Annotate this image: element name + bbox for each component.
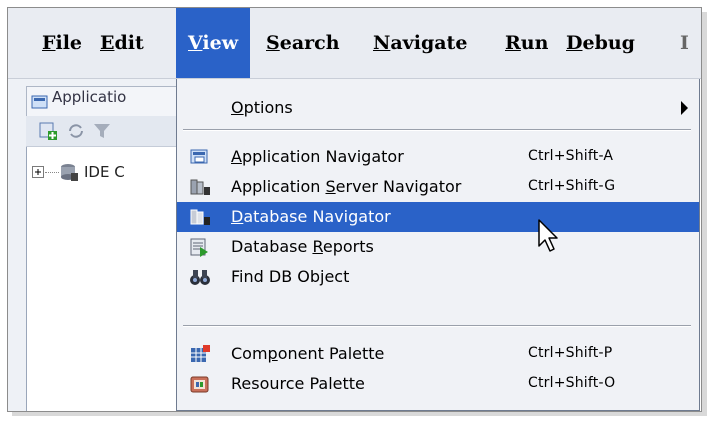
menu-item-shortcut: Ctrl+Shift-O (528, 375, 616, 391)
tree-connector (45, 172, 59, 173)
database-connection-icon (61, 164, 78, 181)
frame-shadow-right (702, 12, 707, 414)
menu-item-label: Resource Palette (231, 374, 365, 393)
database-navigator-icon (190, 209, 210, 225)
menu-item-label: Find DB Object (231, 267, 350, 286)
menu-item-label: Database Reports (231, 237, 374, 256)
binoculars-icon (190, 270, 210, 285)
menu-item-shortcut: Ctrl+Shift-P (528, 345, 613, 361)
menu-item-label: Component Palette (231, 344, 385, 363)
menu-item-database-reports[interactable]: Database Reports (177, 232, 699, 262)
menu-edit[interactable]: Edit (100, 8, 144, 78)
application-navigator-icon (190, 149, 208, 164)
menu-item-label: Application Server Navigator (231, 177, 462, 196)
menu-item-component-palette[interactable]: Component Palette Ctrl+Shift-P (177, 339, 699, 369)
menu-item-resource-palette[interactable]: Resource Palette Ctrl+Shift-O (177, 369, 699, 399)
database-reports-icon (190, 238, 208, 257)
menu-separator (183, 129, 691, 131)
menu-item-database-navigator[interactable]: Database Navigator (177, 202, 699, 232)
refresh-icon[interactable] (66, 121, 86, 141)
resource-palette-icon (190, 376, 209, 393)
menu-item-options[interactable]: Options (177, 93, 699, 123)
menu-view[interactable]: View (176, 8, 251, 78)
menu-search[interactable]: Search (266, 8, 340, 78)
expand-node-icon[interactable] (32, 166, 44, 178)
navigator-tree-panel (26, 116, 177, 411)
menu-item-options-label: Options (231, 98, 293, 117)
view-menu-dropdown: Options Application Navigator Ctrl+Shift… (176, 79, 700, 411)
tree-node-label[interactable]: IDE C (84, 163, 125, 181)
screenshot-frame: File Edit View Search Navigate Run Debug… (7, 7, 702, 412)
menu-item-shortcut: Ctrl+Shift-A (528, 148, 614, 164)
menu-debug[interactable]: Debug (566, 8, 635, 78)
add-application-icon[interactable] (38, 121, 58, 141)
component-palette-icon (191, 345, 210, 362)
frame-shadow-bottom (12, 412, 707, 416)
mouse-cursor-icon (538, 219, 558, 252)
menu-item-find-db-object[interactable]: Find DB Object (177, 262, 699, 292)
menu-item-application-server-navigator[interactable]: Application Server Navigator Ctrl+Shift-… (177, 172, 699, 202)
filter-icon[interactable] (92, 121, 112, 141)
menu-item-label: Application Navigator (231, 147, 404, 166)
submenu-arrow-icon (681, 101, 688, 115)
menubar: File Edit View Search Navigate Run Debug… (8, 8, 701, 79)
menu-more-partial[interactable]: I (680, 8, 688, 78)
applications-tab-icon (31, 95, 48, 109)
menu-navigate[interactable]: Navigate (373, 8, 467, 78)
applications-tab-label: Applicatio (52, 88, 127, 106)
menu-file[interactable]: File (42, 8, 82, 78)
menu-item-application-navigator[interactable]: Application Navigator Ctrl+Shift-A (177, 142, 699, 172)
server-navigator-icon (190, 179, 210, 195)
menu-separator (183, 325, 691, 327)
menu-item-shortcut: Ctrl+Shift-G (528, 178, 616, 194)
menu-item-label: Database Navigator (231, 207, 391, 226)
menu-run[interactable]: Run (505, 8, 548, 78)
